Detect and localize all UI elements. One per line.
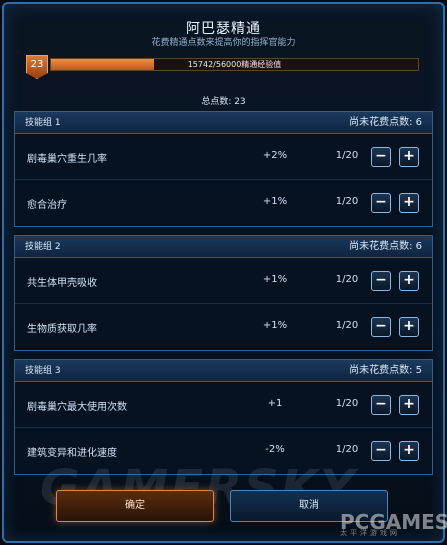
skill-bonus: +1 <box>267 398 283 409</box>
panel-subtitle: 花费精通点数来提高你的指挥官能力 <box>151 38 296 48</box>
increase-button[interactable]: + <box>399 395 419 415</box>
skill-group-3: 技能组 3 尚未花费点数: 5 剧毒巢穴最大使用次数 +1 1/20 − + 建… <box>14 359 433 475</box>
decrease-button[interactable]: − <box>371 147 391 167</box>
skill-bonus: +1% <box>262 196 288 207</box>
skill-row: 生物质获取几率 +1% 1/20 − + <box>15 304 432 350</box>
skill-group-title: 技能组 3 <box>25 366 61 376</box>
increase-button[interactable]: + <box>399 147 419 167</box>
skill-bonus: +1% <box>262 274 288 285</box>
decrease-button[interactable]: − <box>371 317 391 337</box>
decrease-button[interactable]: − <box>371 193 391 213</box>
skill-name: 愈合治疗 <box>27 200 67 211</box>
skill-points: 1/20 <box>335 444 359 455</box>
skill-name: 建筑变异和进化速度 <box>27 448 117 459</box>
skill-points: 1/20 <box>335 274 359 285</box>
skill-group-1: 技能组 1 尚未花费点数: 6 剧毒巢穴重生几率 +2% 1/20 − + 愈合… <box>14 111 433 227</box>
skill-points: 1/20 <box>335 150 359 161</box>
increase-button[interactable]: + <box>399 193 419 213</box>
skill-row: 愈合治疗 +1% 1/20 − + <box>15 180 432 226</box>
xp-progress-text: 15742/56000精通经验值 <box>187 60 282 69</box>
skill-bonus: +2% <box>262 150 288 161</box>
unspent-points: 尚未花费点数: 6 <box>349 117 422 128</box>
confirm-button[interactable]: 确定 <box>56 490 214 522</box>
skill-name: 剧毒巢穴重生几率 <box>27 154 107 165</box>
increase-button[interactable]: + <box>399 271 419 291</box>
skill-group-2: 技能组 2 尚未花费点数: 6 共生体甲壳吸收 +1% 1/20 − + 生物质… <box>14 235 433 351</box>
decrease-button[interactable]: − <box>371 271 391 291</box>
skill-row: 剧毒巢穴最大使用次数 +1 1/20 − + <box>15 382 432 428</box>
skill-row: 共生体甲壳吸收 +1% 1/20 − + <box>15 258 432 304</box>
skill-points: 1/20 <box>335 320 359 331</box>
skill-group-title: 技能组 1 <box>25 118 61 128</box>
unspent-points: 尚未花费点数: 6 <box>349 241 422 252</box>
pcgames-watermark-subtitle: 太平洋游戏网 <box>340 529 400 537</box>
decrease-button[interactable]: − <box>371 395 391 415</box>
skill-name: 剧毒巢穴最大使用次数 <box>27 402 127 413</box>
increase-button[interactable]: + <box>399 317 419 337</box>
skill-row: 剧毒巢穴重生几率 +2% 1/20 − + <box>15 134 432 180</box>
skill-group-header: 技能组 2 尚未花费点数: 6 <box>15 236 432 258</box>
skill-points: 1/20 <box>335 196 359 207</box>
skill-group-header: 技能组 3 尚未花费点数: 5 <box>15 360 432 382</box>
increase-button[interactable]: + <box>399 441 419 461</box>
skill-bonus: -2% <box>265 444 285 455</box>
skill-name: 生物质获取几率 <box>27 324 97 335</box>
skill-bonus: +1% <box>262 320 288 331</box>
skill-group-title: 技能组 2 <box>25 242 61 252</box>
decrease-button[interactable]: − <box>371 441 391 461</box>
total-points: 总点数: 23 <box>201 97 246 107</box>
skill-points: 1/20 <box>335 398 359 409</box>
unspent-points: 尚未花费点数: 5 <box>349 365 422 376</box>
skill-group-header: 技能组 1 尚未花费点数: 6 <box>15 112 432 134</box>
skill-name: 共生体甲壳吸收 <box>27 278 97 289</box>
xp-progress-bar: 15742/56000精通经验值 <box>50 58 419 71</box>
